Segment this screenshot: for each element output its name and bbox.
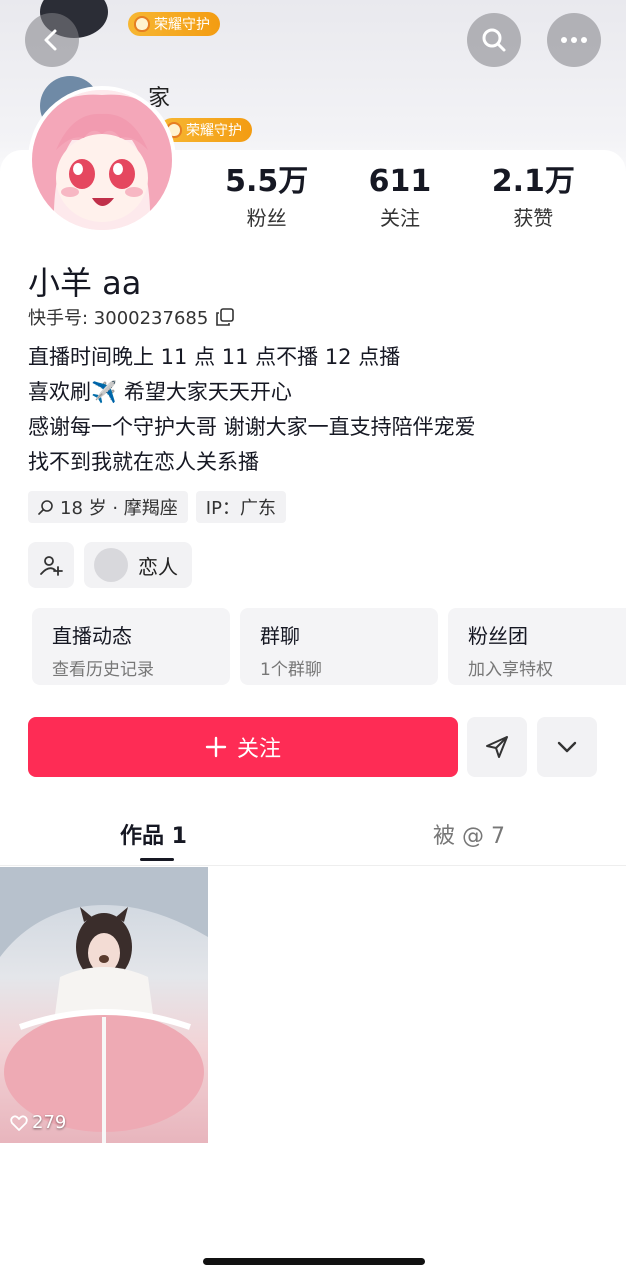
copy-icon[interactable] xyxy=(216,308,235,326)
expand-button[interactable] xyxy=(537,717,597,777)
live-history-card[interactable]: 直播动态 查看历史记录 xyxy=(32,608,230,685)
tab-mentioned[interactable]: 被 @ 7 xyxy=(433,818,505,850)
relation-row: 恋人 xyxy=(28,542,192,588)
search-button[interactable] xyxy=(467,13,521,67)
ip-location-tag: IP：广东 xyxy=(195,491,286,523)
send-icon xyxy=(486,736,508,758)
video-cover-image xyxy=(0,867,208,1143)
back-button[interactable] xyxy=(25,13,79,67)
honor-badge: 荣耀守护 xyxy=(128,12,220,36)
feature-cards: 直播动态 查看历史记录 群聊 1个群聊 粉丝团 加入享特权 xyxy=(32,608,626,685)
lover-avatar xyxy=(94,548,128,582)
profile-tags: 18 岁 · 摩羯座 IP：广东 xyxy=(28,491,286,523)
kuaishou-id: 快手号: 3000237685 xyxy=(28,304,235,330)
stat-likes[interactable]: 2.1万 获赞 xyxy=(467,164,600,231)
lover-relation-chip[interactable]: 恋人 xyxy=(84,542,192,588)
more-button[interactable] xyxy=(547,13,601,67)
stats-row: 5.5万 粉丝 611 关注 2.1万 获赞 xyxy=(200,164,600,231)
more-icon xyxy=(561,37,587,43)
anime-avatar-image xyxy=(32,90,172,230)
video-like-count: 279 xyxy=(10,1112,66,1133)
content-tabs: 作品 1 被 @ 7 xyxy=(0,800,626,866)
plus-icon xyxy=(205,736,227,758)
shield-icon xyxy=(134,16,150,32)
home-indicator xyxy=(203,1258,425,1265)
profile-bio: 直播时间晚上 11 点 11 点不播 12 点播 喜欢刷✈️ 希望大家天天开心 … xyxy=(28,345,476,474)
chevron-down-icon xyxy=(557,741,577,753)
stat-fans[interactable]: 5.5万 粉丝 xyxy=(200,164,333,231)
video-thumbnail[interactable]: 279 xyxy=(0,867,208,1143)
back-arrow-icon xyxy=(44,29,57,51)
honor-badge: 荣耀守护 xyxy=(160,118,252,142)
add-friend-button[interactable] xyxy=(28,542,74,588)
profile-avatar[interactable] xyxy=(28,86,176,234)
follow-button[interactable]: 关注 xyxy=(28,717,458,777)
group-chat-card[interactable]: 群聊 1个群聊 xyxy=(240,608,438,685)
search-icon xyxy=(482,28,506,52)
heart-icon xyxy=(10,1114,28,1131)
search-small-icon xyxy=(38,500,53,515)
add-user-icon xyxy=(40,556,63,576)
message-button[interactable] xyxy=(467,717,527,777)
profile-nickname: 小羊 aa xyxy=(28,264,142,302)
age-zodiac-tag: 18 岁 · 摩羯座 xyxy=(28,491,188,523)
tab-works[interactable]: 作品 1 xyxy=(120,818,187,850)
stat-following[interactable]: 611 关注 xyxy=(333,164,466,231)
tab-indicator xyxy=(140,858,174,861)
fan-club-card[interactable]: 粉丝团 加入享特权 xyxy=(448,608,626,685)
